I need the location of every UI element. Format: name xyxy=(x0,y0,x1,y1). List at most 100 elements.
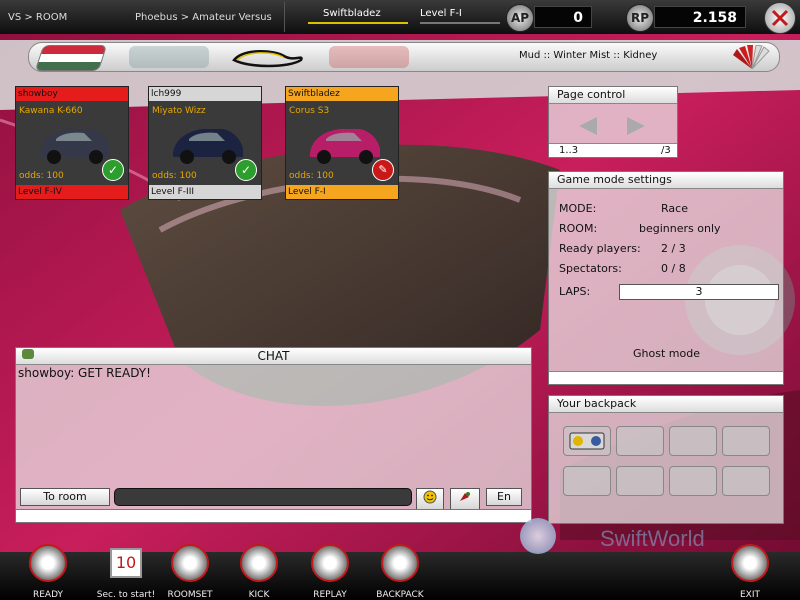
ap-counter: 0 xyxy=(534,6,592,28)
car-wheel xyxy=(317,150,331,164)
chat-message: showboy: GET READY! xyxy=(18,366,151,380)
level-underline xyxy=(420,22,500,24)
car-wheel xyxy=(222,150,236,164)
ready-players-label: Ready players: xyxy=(559,242,641,255)
car-thumbnail xyxy=(40,129,110,164)
room-name: Phoebus > Amateur Versus xyxy=(135,12,272,23)
to-room-button[interactable]: To room xyxy=(20,488,110,506)
chat-input[interactable] xyxy=(114,488,412,506)
chat-icon xyxy=(22,349,34,359)
rp-counter: 2.158 xyxy=(654,6,746,28)
exit-label: EXIT xyxy=(739,590,760,600)
player-card[interactable]: Swiftbladez Corus S3 odds: 100 ✎ Level F-I xyxy=(285,86,399,200)
brand-text: SwiftWorld xyxy=(600,526,705,551)
page-indicator: 1..3 /3 xyxy=(549,143,677,157)
bottom-bar: READY 10 Sec. to start! ROOMSET KICK REP… xyxy=(0,544,800,600)
track-name: Mud :: Winter Mist :: Kidney xyxy=(519,50,658,61)
ready-check-icon: ✓ xyxy=(235,159,257,181)
page-control-panel: Page control 1..3 /3 xyxy=(548,86,678,158)
player-name: Swiftbladez xyxy=(323,8,381,19)
player-underline xyxy=(308,22,408,24)
backpack-slot[interactable] xyxy=(563,466,611,496)
car-thumbnail xyxy=(173,129,243,164)
kick-label: KICK xyxy=(248,590,270,600)
backpack-panel: Your backpack xyxy=(548,395,784,524)
difficulty-gauge-icon xyxy=(733,45,770,69)
spectators-label: Spectators: xyxy=(559,262,622,275)
backpack-slot[interactable] xyxy=(616,426,664,456)
top-bar: VS > ROOM Phoebus > Amateur Versus Swift… xyxy=(0,0,800,34)
backpack-slot[interactable] xyxy=(616,466,664,496)
kick-icon xyxy=(240,544,278,582)
backpack-slot[interactable] xyxy=(722,466,770,496)
card-player-name: Swiftbladez xyxy=(286,87,398,101)
page-control-title: Page control xyxy=(549,87,677,104)
thumbs-up-icon xyxy=(29,544,67,582)
mode-value: Race xyxy=(661,202,688,215)
country-flag-icon xyxy=(34,45,108,71)
room-label: ROOM: xyxy=(559,222,598,235)
divider xyxy=(284,2,285,32)
weather-icon xyxy=(129,46,209,68)
roomset-button[interactable]: ROOMSET xyxy=(160,544,220,600)
language-button[interactable]: En xyxy=(486,488,522,506)
player-level: Level F-I xyxy=(420,8,462,19)
options-icon[interactable] xyxy=(764,2,796,34)
prev-page-button[interactable] xyxy=(579,117,597,135)
laps-label: LAPS: xyxy=(559,285,591,298)
brand-logo-icon xyxy=(520,518,556,554)
spectators-value: 0 / 8 xyxy=(661,262,686,275)
rp-icon: RP xyxy=(626,4,654,32)
surface-icon xyxy=(329,46,409,68)
chat-title: CHAT xyxy=(16,348,531,365)
laps-field[interactable]: 3 xyxy=(619,284,779,300)
smiley-icon[interactable] xyxy=(416,488,444,510)
roomset-label: ROOMSET xyxy=(167,590,213,600)
mode-label: MODE: xyxy=(559,202,597,215)
exit-icon xyxy=(731,544,769,582)
card-car-name: Kawana K-660 xyxy=(19,106,83,116)
chat-title-text: CHAT xyxy=(257,349,290,363)
backpack-label: BACKPACK xyxy=(376,590,424,600)
ready-button[interactable]: READY xyxy=(18,544,78,600)
card-car-name: Miyato Wizz xyxy=(152,106,206,116)
ready-label: READY xyxy=(32,590,64,600)
backpack-slot[interactable] xyxy=(669,466,717,496)
card-odds: odds: 100 xyxy=(152,171,197,181)
game-mode-footer xyxy=(549,371,783,384)
ap-icon: AP xyxy=(506,4,534,32)
countdown-value: 10 xyxy=(110,548,142,578)
page-total: /3 xyxy=(661,145,671,156)
room-settings-icon xyxy=(171,544,209,582)
replay-button[interactable]: REPLAY xyxy=(300,544,360,600)
card-level: Level F-IV xyxy=(16,185,128,199)
backpack-slot[interactable] xyxy=(563,426,611,456)
item-icon xyxy=(569,432,605,450)
backpack-icon xyxy=(381,544,419,582)
car-wheel xyxy=(89,150,103,164)
car-wheel xyxy=(359,150,373,164)
card-player-name: showboy xyxy=(16,87,128,101)
brand-logo: SwiftWorld xyxy=(520,516,730,556)
countdown-timer: 10 Sec. to start! xyxy=(96,544,156,600)
chat-footer xyxy=(15,509,532,523)
backpack-title: Your backpack xyxy=(549,396,783,413)
card-odds: odds: 100 xyxy=(19,171,64,181)
card-level: Level F-III xyxy=(149,185,261,199)
emote-icon[interactable] xyxy=(450,488,480,510)
car-thumbnail xyxy=(310,129,380,164)
card-player-name: lch999 xyxy=(149,87,261,101)
ghost-mode-label: Ghost mode xyxy=(633,347,700,360)
backpack-button[interactable]: BACKPACK xyxy=(370,544,430,600)
player-card[interactable]: lch999 Miyato Wizz odds: 100 ✓ Level F-III xyxy=(148,86,262,200)
wrench-icon[interactable]: ✎ xyxy=(372,159,394,181)
backpack-slot[interactable] xyxy=(669,426,717,456)
car-wheel xyxy=(47,150,61,164)
breadcrumb[interactable]: VS > ROOM xyxy=(8,12,67,23)
page-range: 1..3 xyxy=(559,145,579,156)
player-card[interactable]: showboy Kawana K-660 odds: 100 ✓ Level F-IV xyxy=(15,86,129,200)
backpack-slot[interactable] xyxy=(722,426,770,456)
next-page-button[interactable] xyxy=(627,117,645,135)
game-mode-title: Game mode settings xyxy=(549,172,783,189)
kick-button[interactable]: KICK xyxy=(229,544,289,600)
